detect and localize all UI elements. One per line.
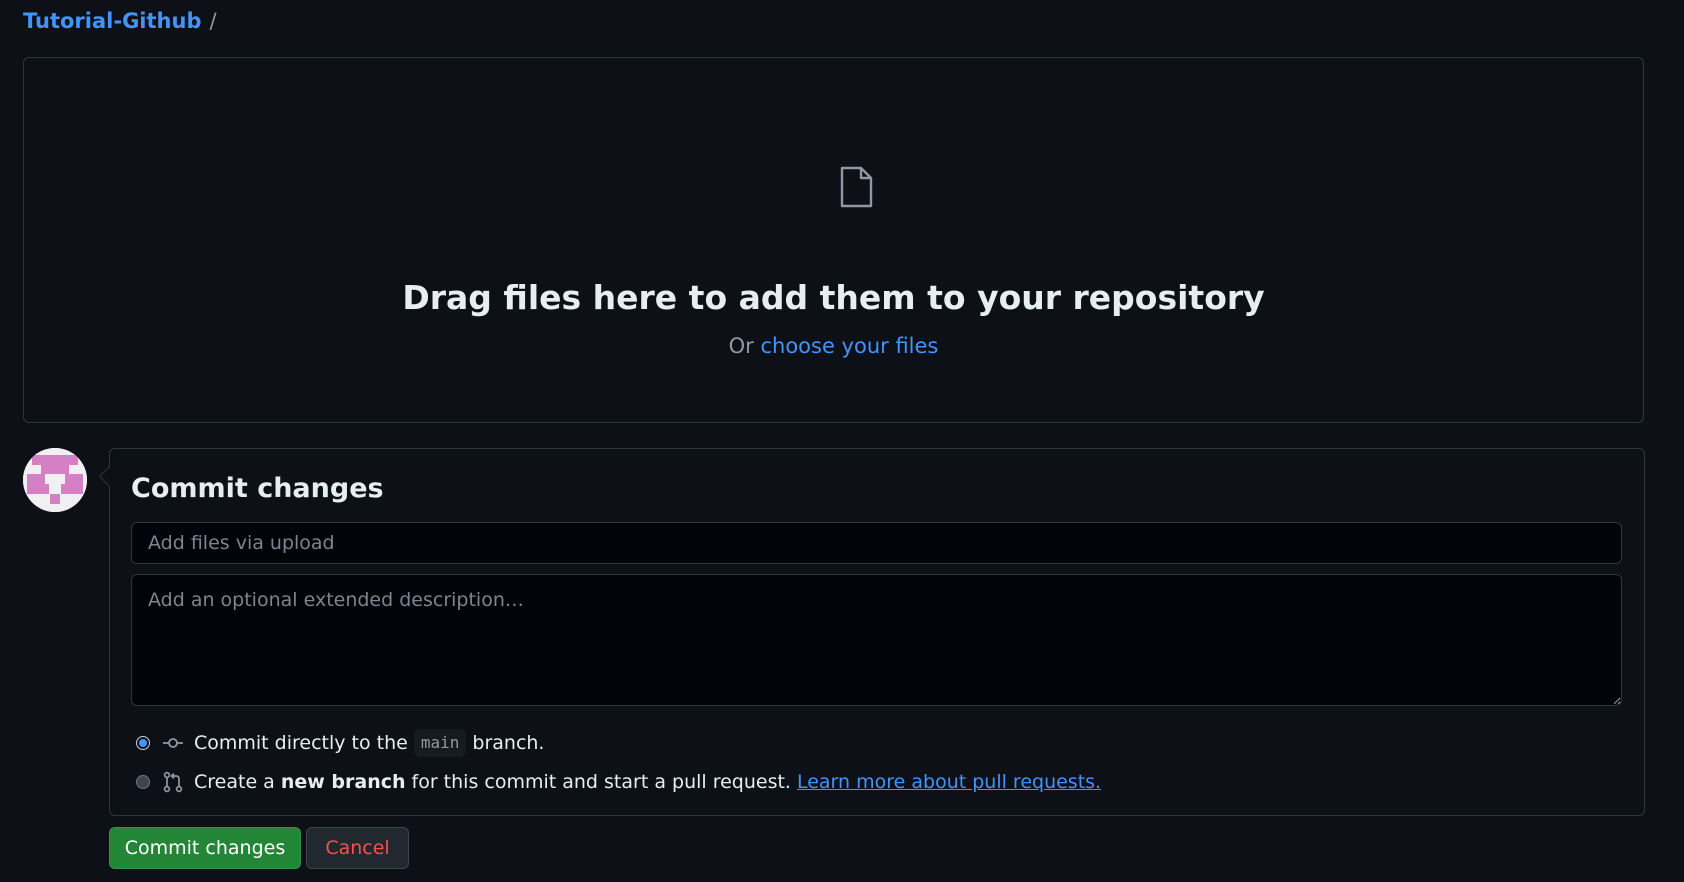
new-branch-prefix: Create a	[194, 771, 275, 793]
branch-name-badge: main	[413, 729, 467, 757]
commit-direct-radio[interactable]	[136, 736, 150, 750]
commit-title: Commit changes	[131, 473, 384, 504]
new-branch-bold: new branch	[280, 771, 406, 793]
commit-panel-caret	[98, 465, 121, 488]
cancel-button[interactable]: Cancel	[306, 827, 409, 869]
new-branch-suffix: for this commit and start a pull request…	[411, 771, 791, 793]
learn-more-pull-requests-link[interactable]: Learn more about pull requests.	[797, 769, 1101, 795]
commit-direct-option[interactable]: Commit directly to the main branch.	[136, 729, 544, 757]
breadcrumb-separator: /	[209, 9, 217, 33]
avatar-identicon	[23, 448, 87, 512]
dropzone-or-text: Or	[728, 334, 754, 358]
dropzone-headline: Drag files here to add them to your repo…	[402, 278, 1265, 317]
file-icon	[840, 166, 873, 208]
file-dropzone[interactable]: Drag files here to add them to your repo…	[23, 57, 1644, 423]
git-commit-icon	[163, 738, 183, 748]
new-branch-radio[interactable]	[136, 775, 150, 789]
dropzone-subline: Or choose your files	[24, 332, 1643, 360]
commit-panel: Commit changes Commit directly to the ma…	[98, 448, 1645, 816]
choose-files-link[interactable]: choose your files	[760, 334, 938, 358]
commit-direct-prefix: Commit directly to the	[194, 732, 408, 754]
commit-direct-suffix: branch.	[472, 732, 545, 754]
commit-summary-input[interactable]	[131, 522, 1622, 564]
avatar[interactable]	[23, 448, 87, 512]
commit-changes-button[interactable]: Commit changes	[109, 827, 301, 869]
breadcrumb-repo-link[interactable]: Tutorial-Github	[23, 8, 201, 34]
breadcrumb: Tutorial-Github /	[23, 8, 217, 34]
git-pull-request-icon	[163, 771, 183, 793]
commit-description-input[interactable]	[131, 574, 1622, 706]
new-branch-option[interactable]: Create a new branch for this commit and …	[136, 769, 1101, 795]
